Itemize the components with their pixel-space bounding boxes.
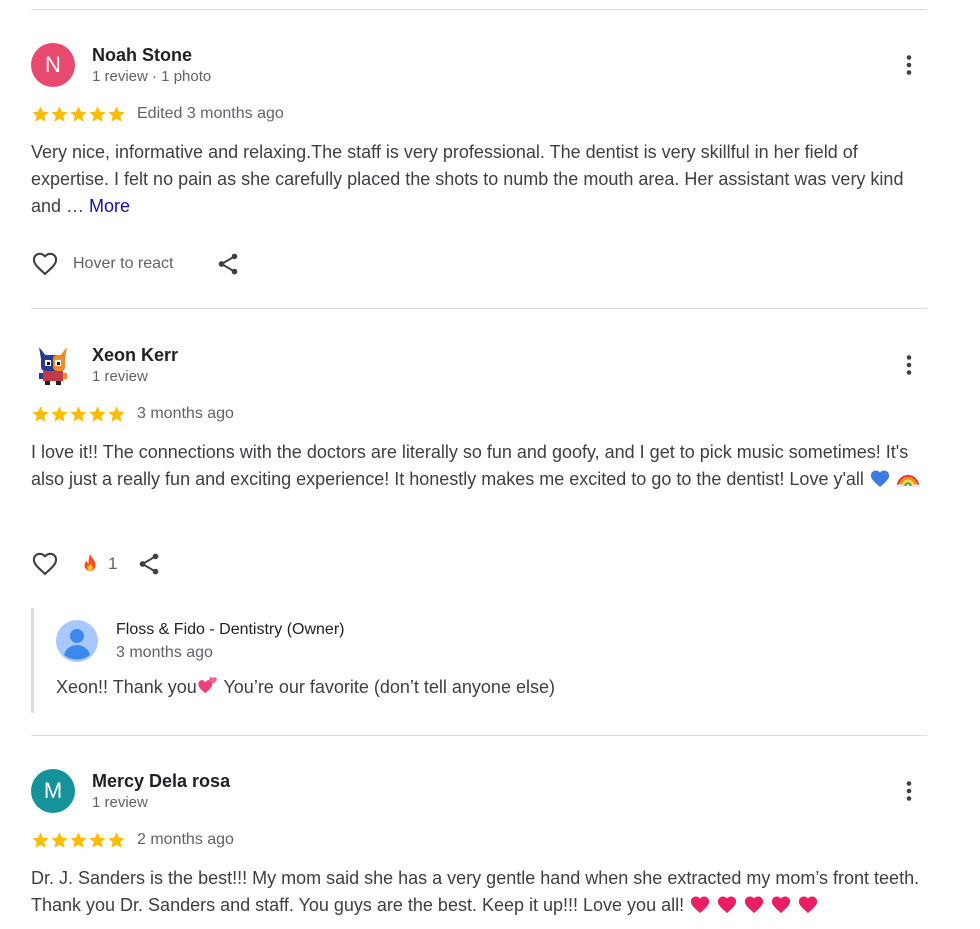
reviewer-meta: 1 review	[92, 794, 148, 811]
star-icon	[32, 405, 49, 422]
more-options-icon[interactable]	[897, 353, 921, 377]
star-icon	[89, 105, 106, 122]
review-text-content: Very nice, informative and relaxing.The …	[31, 142, 904, 216]
share-icon[interactable]	[215, 251, 241, 277]
review-actions: 1	[31, 549, 162, 579]
star-icon	[32, 105, 49, 122]
review-date: 3 months ago	[137, 405, 234, 422]
review-text-content: I love it!! The connections with the doc…	[31, 442, 909, 489]
share-icon[interactable]	[136, 551, 162, 577]
rating-row: Edited 3 months ago	[31, 103, 284, 125]
star-icon	[108, 105, 125, 122]
heart-icon[interactable]	[31, 250, 59, 278]
reviewer-meta: 1 review	[92, 368, 148, 385]
owner-name: Floss & Fido - Dentistry (Owner)	[116, 621, 345, 638]
review-date: Edited 3 months ago	[137, 105, 284, 122]
heart-emoji-icon	[691, 896, 710, 914]
review-card: Xeon Kerr 1 review 3 months ago I love i…	[31, 343, 927, 718]
review-text: I love it!! The connections with the doc…	[31, 439, 927, 493]
divider	[31, 9, 927, 10]
reviewer-meta: 1 review · 1 photo	[92, 68, 212, 85]
blue-heart-icon	[870, 470, 889, 488]
owner-response-text: Xeon!! Thank you You’re our favorite (do…	[56, 676, 555, 698]
star-icon	[89, 405, 106, 422]
rainbow-icon	[896, 474, 920, 488]
fire-icon[interactable]	[80, 553, 100, 575]
avatar[interactable]	[31, 343, 75, 387]
star-icon	[70, 405, 87, 422]
heart-emoji-icon	[772, 896, 791, 914]
star-rating	[31, 105, 126, 124]
divider	[31, 308, 927, 309]
star-icon	[70, 831, 87, 848]
avatar[interactable]: N	[31, 43, 75, 87]
star-rating	[31, 405, 126, 424]
reviewer-name[interactable]: Noah Stone	[92, 45, 192, 66]
star-rating	[31, 831, 126, 850]
owner-avatar[interactable]	[56, 620, 98, 662]
review-text: Dr. J. Sanders is the best!!! My mom sai…	[31, 865, 927, 919]
star-icon	[108, 405, 125, 422]
more-options-icon[interactable]	[897, 779, 921, 803]
star-icon	[51, 405, 68, 422]
two-hearts-icon	[198, 677, 217, 694]
react-label[interactable]: Hover to react	[73, 255, 173, 273]
divider	[31, 735, 927, 736]
owner-response: Floss & Fido - Dentistry (Owner) 3 month…	[31, 608, 631, 713]
star-icon	[51, 831, 68, 848]
avatar[interactable]: M	[31, 769, 75, 813]
star-icon	[51, 105, 68, 122]
heart-icon[interactable]	[31, 550, 59, 578]
owner-text-before: Xeon!! Thank you	[56, 677, 197, 697]
owner-response-date: 3 months ago	[116, 644, 213, 661]
review-card: N Noah Stone 1 review · 1 photo Edited 3…	[31, 43, 927, 293]
heart-emoji-icon	[799, 896, 818, 914]
review-text: Very nice, informative and relaxing.The …	[31, 139, 927, 220]
reviews-list: N Noah Stone 1 review · 1 photo Edited 3…	[0, 0, 980, 929]
heart-emoji-icon	[718, 896, 737, 914]
star-icon	[89, 831, 106, 848]
rating-row: 2 months ago	[31, 829, 234, 851]
star-icon	[108, 831, 125, 848]
reaction-count: 1	[108, 554, 118, 573]
review-card: M Mercy Dela rosa 1 review 2 months ago …	[31, 769, 927, 929]
heart-emoji-icon	[745, 896, 764, 914]
review-date: 2 months ago	[137, 831, 234, 848]
more-link[interactable]: More	[89, 196, 130, 216]
reviewer-name[interactable]: Mercy Dela rosa	[92, 771, 230, 792]
review-actions: Hover to react	[31, 249, 241, 279]
owner-text-after: You’re our favorite (don’t tell anyone e…	[218, 677, 555, 697]
more-options-icon[interactable]	[897, 53, 921, 77]
star-icon	[32, 831, 49, 848]
reviewer-name[interactable]: Xeon Kerr	[92, 345, 178, 366]
owner-response-bar	[31, 608, 34, 713]
star-icon	[70, 105, 87, 122]
rating-row: 3 months ago	[31, 403, 234, 425]
